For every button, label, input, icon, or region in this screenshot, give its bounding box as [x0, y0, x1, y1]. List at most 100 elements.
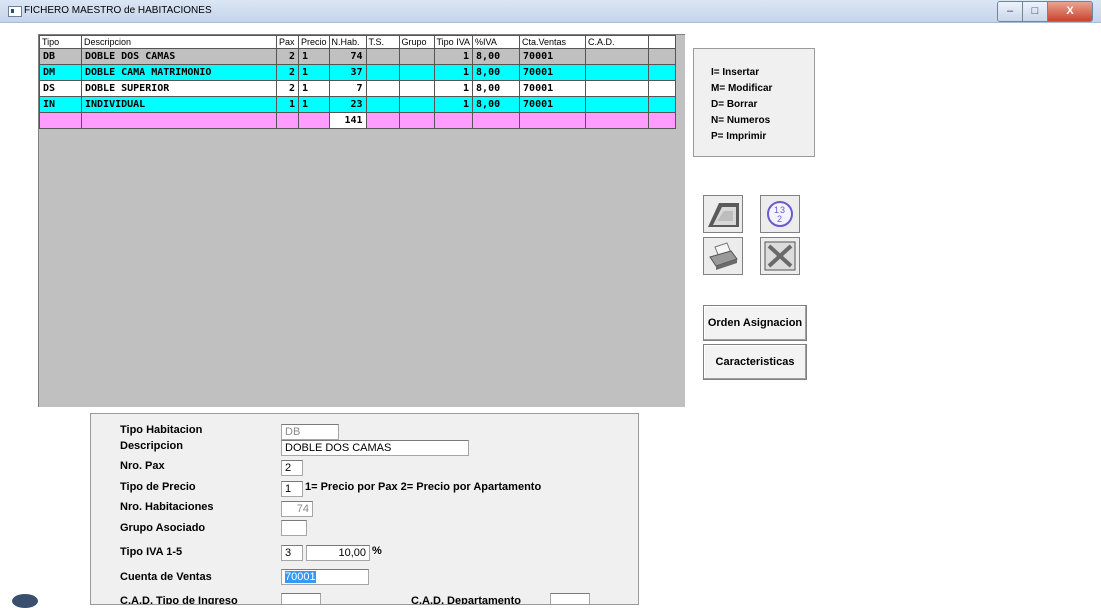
cell-descripcion: DOBLE CAMA MATRIMONIO	[81, 64, 277, 81]
table-row[interactable]: IN INDIVIDUAL 1 1 23 1 8,00 70001	[39, 96, 677, 113]
printer-icon[interactable]	[703, 237, 743, 275]
cell-tipo-iva: 1	[433, 64, 474, 81]
column-header-cta-ventas[interactable]: Cta.Ventas	[519, 35, 587, 49]
tipo-precio-note: 1= Precio por Pax 2= Precio por Apartame…	[305, 481, 542, 493]
cell-tipo-iva: 1	[433, 96, 474, 113]
caracteristicas-button[interactable]: Caracteristicas	[703, 344, 807, 380]
table-row[interactable]: DB DOBLE DOS CAMAS 2 1 74 1 8,00 70001	[39, 48, 677, 65]
column-header-tipo-iva[interactable]: Tipo IVA	[433, 35, 474, 49]
minimize-button[interactable]: –	[998, 2, 1023, 21]
column-header-pax[interactable]: Pax	[276, 35, 299, 49]
cell-cta-ventas: 70001	[519, 64, 587, 81]
legend-insertar: I= Insertar	[711, 67, 760, 78]
cell-cta-ventas: 70001	[519, 96, 587, 113]
cell-pax: 1	[276, 96, 299, 113]
maximize-button[interactable]: □	[1023, 2, 1048, 21]
total-habitaciones: 141	[328, 112, 367, 129]
cell-pax: 2	[276, 48, 299, 65]
iva-percent-field[interactable]: 10,00	[306, 545, 370, 561]
column-header-tipo[interactable]: Tipo	[39, 35, 82, 49]
cad-tipo-ingreso-field[interactable]	[281, 593, 321, 604]
descripcion-field[interactable]: DOBLE DOS CAMAS	[281, 440, 469, 456]
cell-precio: 1	[298, 48, 330, 65]
column-header-ts[interactable]: T.S.	[365, 35, 400, 49]
cuenta-ventas-field[interactable]: 70001	[281, 569, 369, 585]
cell-nhab: 23	[328, 96, 367, 113]
column-header-grupo[interactable]: Grupo	[398, 35, 435, 49]
cell-empty	[433, 112, 474, 129]
cell-descripcion: INDIVIDUAL	[81, 96, 277, 113]
table-row[interactable]: DS DOBLE SUPERIOR 2 1 7 1 8,00 70001	[39, 80, 677, 97]
cell-ts	[365, 80, 400, 97]
cell-tipo: DM	[39, 64, 82, 81]
column-header-precio[interactable]: Precio	[298, 35, 330, 49]
numbers-icon[interactable]: 1 3 2	[760, 195, 800, 233]
cell-spacer	[648, 96, 677, 113]
cell-precio: 1	[298, 96, 330, 113]
cell-empty	[365, 112, 400, 129]
room-detail-form: Tipo Habitacion DB Descripcion DOBLE DOS…	[90, 413, 639, 605]
nro-pax-field[interactable]: 2	[281, 460, 303, 476]
cell-empty	[398, 112, 435, 129]
rooms-grid[interactable]: Tipo Descripcion Pax Precio N.Hab. T.S. …	[38, 34, 685, 407]
cell-empty	[298, 112, 330, 129]
column-header-nhab[interactable]: N.Hab.	[328, 35, 367, 49]
cell-pax: 2	[276, 80, 299, 97]
tipo-iva-field[interactable]: 3	[281, 545, 303, 561]
cell-pax: 2	[276, 64, 299, 81]
cad-tipo-ingreso-label: C.A.D. Tipo de Ingreso	[120, 595, 238, 605]
nro-habitaciones-field[interactable]: 74	[281, 501, 313, 517]
orden-asignacion-button[interactable]: Orden Asignacion	[703, 305, 807, 341]
cell-spacer	[648, 80, 677, 97]
cell-tipo: DS	[39, 80, 82, 97]
column-header-cad[interactable]: C.A.D.	[585, 35, 650, 49]
tipo-precio-field[interactable]: 1	[281, 481, 303, 497]
cell-grupo	[398, 64, 435, 81]
cell-ts	[365, 48, 400, 65]
cell-empty	[472, 112, 521, 129]
cuenta-ventas-label: Cuenta de Ventas	[120, 571, 212, 583]
cell-nhab: 74	[328, 48, 367, 65]
svg-text:2: 2	[777, 214, 782, 224]
tipo-habitacion-field[interactable]: DB	[281, 424, 339, 440]
table-row[interactable]: DM DOBLE CAMA MATRIMONIO 2 1 37 1 8,00 7…	[39, 64, 677, 81]
cell-descripcion: DOBLE DOS CAMAS	[81, 48, 277, 65]
window-title: FICHERO MAESTRO de HABITACIONES	[24, 5, 212, 16]
cad-departamento-field[interactable]	[550, 593, 590, 604]
cell-empty	[81, 112, 277, 129]
grupo-asociado-field[interactable]	[281, 520, 307, 536]
cell-nhab: 37	[328, 64, 367, 81]
title-bar: FICHERO MAESTRO de HABITACIONES – □ X	[0, 0, 1101, 23]
tipo-iva-label: Tipo IVA 1-5	[120, 546, 183, 558]
cell-grupo	[398, 48, 435, 65]
cell-cta-ventas: 70001	[519, 80, 587, 97]
tipo-habitacion-label: Tipo Habitacion	[120, 424, 203, 436]
legend-borrar: D= Borrar	[711, 99, 758, 110]
cell-grupo	[398, 96, 435, 113]
cell-ts	[365, 96, 400, 113]
close-button[interactable]: X	[1048, 2, 1092, 21]
cell-ts	[365, 64, 400, 81]
excel-icon[interactable]	[760, 237, 800, 275]
keyboard-icon[interactable]	[703, 195, 743, 233]
tipo-precio-label: Tipo de Precio	[120, 481, 196, 493]
cell-grupo	[398, 80, 435, 97]
taskbar-orb-icon	[12, 594, 38, 608]
legend-imprimir: P= Imprimir	[711, 131, 767, 142]
cell-empty	[648, 112, 677, 129]
cell-spacer	[648, 48, 677, 65]
cell-empty	[519, 112, 587, 129]
cuenta-ventas-selected-text: 70001	[285, 571, 316, 583]
cell-descripcion: DOBLE SUPERIOR	[81, 80, 277, 97]
column-header-iva[interactable]: %IVA	[472, 35, 521, 49]
cell-precio: 1	[298, 64, 330, 81]
column-header-descripcion[interactable]: Descripcion	[81, 35, 277, 49]
totals-row: 141	[39, 112, 677, 129]
rooms-table: Tipo Descripcion Pax Precio N.Hab. T.S. …	[39, 35, 677, 129]
cell-tipo-iva: 1	[433, 80, 474, 97]
cell-empty	[276, 112, 299, 129]
iva-percent-unit: %	[372, 545, 382, 557]
cell-tipo: IN	[39, 96, 82, 113]
cell-iva: 8,00	[472, 80, 521, 97]
cell-iva: 8,00	[472, 96, 521, 113]
